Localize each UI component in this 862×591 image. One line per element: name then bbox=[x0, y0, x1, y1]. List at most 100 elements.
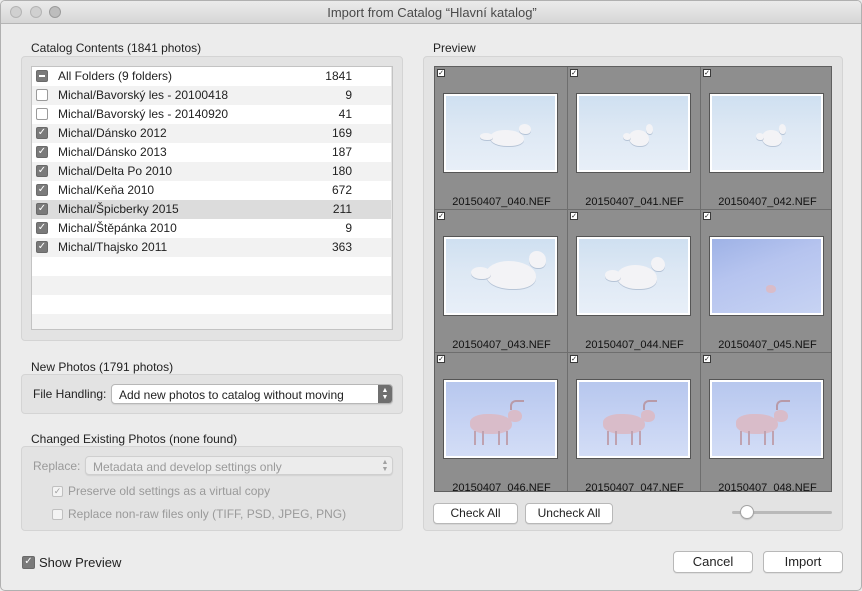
photo-checkbox[interactable]: ✓ bbox=[703, 355, 711, 363]
photo-thumbnail[interactable] bbox=[709, 379, 824, 459]
replace-select[interactable]: Metadata and develop settings only ▲ ▼ bbox=[85, 456, 393, 475]
folder-checkbox[interactable]: ✓ bbox=[36, 165, 48, 177]
folder-checkbox[interactable]: ✓ bbox=[36, 203, 48, 215]
thumbnail-size-slider-knob[interactable] bbox=[740, 505, 754, 519]
folder-name: Michal/Bavorský les - 20140920 bbox=[58, 107, 229, 121]
reindeer-head bbox=[774, 410, 788, 422]
folder-checkbox[interactable] bbox=[36, 89, 48, 101]
photo-checkbox[interactable]: ✓ bbox=[703, 69, 711, 77]
photo-cell[interactable]: ✓ 20150407_046.NEF bbox=[435, 353, 568, 491]
preview-grid[interactable]: ✓ 20150407_040.NEF ✓ 20150407_041.NEF ✓ 20150… bbox=[434, 66, 832, 492]
fox-tail bbox=[756, 133, 764, 141]
photo-checkbox[interactable]: ✓ bbox=[703, 212, 711, 220]
photo-cell[interactable]: ✓ 20150407_047.NEF bbox=[568, 353, 701, 491]
reindeer-leg bbox=[764, 431, 766, 445]
photo-thumbnail[interactable] bbox=[576, 236, 691, 316]
folder-row[interactable]: ✓ Michal/Dánsko 2013 187 bbox=[32, 143, 392, 162]
uncheck-all-button[interactable]: Uncheck All bbox=[525, 503, 613, 524]
photo-checkbox[interactable]: ✓ bbox=[437, 212, 445, 220]
file-handling-select[interactable]: Add new photos to catalog without moving… bbox=[111, 384, 393, 404]
photo-checkbox[interactable]: ✓ bbox=[437, 69, 445, 77]
folder-checkbox[interactable]: ✓ bbox=[36, 146, 48, 158]
folder-list[interactable]: ✓ Michal/Thajsko 2011 363 ✓ Michal/Štěpánka … bbox=[31, 66, 393, 330]
photo-cell[interactable]: ✓ 20150407_040.NEF bbox=[435, 67, 568, 210]
check-all-button[interactable]: Check All bbox=[433, 503, 518, 524]
folder-name: Michal/Bavorský les - 20100418 bbox=[58, 88, 229, 102]
folder-count: 9 bbox=[345, 221, 352, 235]
folder-count: 363 bbox=[331, 240, 352, 254]
preserve-virtual-copy-label: Preserve old settings as a virtual copy bbox=[68, 484, 271, 498]
folder-row[interactable]: ✓ Michal/Delta Po 2010 180 bbox=[32, 162, 392, 181]
folder-checkbox[interactable] bbox=[36, 70, 48, 82]
show-preview-checkbox[interactable]: ✓ bbox=[22, 556, 35, 569]
folder-row[interactable]: ✓ Michal/Keňa 2010 672 bbox=[32, 181, 392, 200]
photo-cell[interactable]: ✓ 20150407_042.NEF bbox=[701, 67, 831, 210]
folder-list-scrollbar[interactable] bbox=[391, 67, 392, 329]
folder-name: Michal/Špicberky 2015 bbox=[58, 202, 179, 216]
photo-thumbnail[interactable] bbox=[709, 236, 824, 316]
photo-cell[interactable]: ✓ 20150407_043.NEF bbox=[435, 210, 568, 353]
updown-arrows-icon: ▲ ▼ bbox=[378, 385, 392, 403]
reindeer-leg bbox=[772, 431, 774, 445]
folder-row[interactable]: ✓ Michal/Thajsko 2011 363 bbox=[32, 238, 392, 257]
photo-cell[interactable]: ✓ 20150407_048.NEF bbox=[701, 353, 831, 491]
folder-row[interactable]: ✓ Michal/Štěpánka 2010 9 bbox=[32, 219, 392, 238]
photo-checkbox[interactable]: ✓ bbox=[570, 69, 578, 77]
photo-cell[interactable]: ✓ 20150407_044.NEF bbox=[568, 210, 701, 353]
cancel-button[interactable]: Cancel bbox=[673, 551, 753, 573]
reindeer-leg bbox=[498, 431, 500, 445]
changed-photos-label: Changed Existing Photos (none found) bbox=[31, 432, 238, 446]
fox-body bbox=[490, 130, 524, 146]
photo-thumbnail[interactable] bbox=[709, 93, 824, 173]
photo-thumbnail[interactable] bbox=[576, 93, 691, 173]
folder-count: 672 bbox=[331, 183, 352, 197]
folder-row-empty bbox=[32, 257, 392, 276]
photo-checkbox[interactable]: ✓ bbox=[570, 355, 578, 363]
photo-thumbnail[interactable] bbox=[443, 379, 558, 459]
photo-checkbox[interactable]: ✓ bbox=[570, 212, 578, 220]
catalog-contents-label: Catalog Contents (1841 photos) bbox=[31, 41, 202, 55]
fox-head bbox=[779, 124, 786, 134]
photo-cell[interactable]: ✓ 20150407_045.NEF bbox=[701, 210, 831, 353]
folder-row-empty bbox=[32, 314, 392, 329]
photo-thumbnail[interactable] bbox=[443, 93, 558, 173]
file-handling-label: File Handling: bbox=[33, 387, 107, 401]
folder-checkbox[interactable] bbox=[36, 108, 48, 120]
reindeer-antler bbox=[643, 400, 657, 410]
folder-checkbox[interactable]: ✓ bbox=[36, 184, 48, 196]
updown-arrows-icon: ▲ ▼ bbox=[381, 459, 389, 473]
folder-count: 180 bbox=[331, 164, 352, 178]
folder-row[interactable]: Michal/Bavorský les - 20140920 41 bbox=[32, 105, 392, 124]
folder-name: Michal/Štěpánka 2010 bbox=[58, 221, 177, 235]
preview-label: Preview bbox=[433, 41, 476, 55]
folder-row-all[interactable]: All Folders (9 folders) 1841 bbox=[32, 67, 392, 86]
folder-checkbox[interactable]: ✓ bbox=[36, 241, 48, 253]
replace-value: Metadata and develop settings only bbox=[93, 460, 282, 474]
reindeer-leg bbox=[482, 431, 484, 445]
show-preview-label: Show Preview bbox=[39, 555, 122, 570]
reindeer-head bbox=[508, 410, 522, 422]
window-title: Import from Catalog “Hlavní katalog” bbox=[327, 5, 537, 20]
fox-tail bbox=[623, 133, 631, 141]
photo-checkbox[interactable]: ✓ bbox=[437, 355, 445, 363]
photo-cell[interactable]: ✓ 20150407_041.NEF bbox=[568, 67, 701, 210]
replace-label: Replace: bbox=[33, 459, 81, 473]
photo-thumbnail[interactable] bbox=[576, 379, 691, 459]
folder-count: 187 bbox=[331, 145, 352, 159]
replace-nonraw-label: Replace non-raw files only (TIFF, PSD, J… bbox=[68, 507, 347, 521]
import-button[interactable]: Import bbox=[763, 551, 843, 573]
preserve-virtual-copy-checkbox[interactable]: ✓ bbox=[52, 486, 63, 497]
folder-row[interactable]: ✓ Michal/Špicberky 2015 211 bbox=[32, 200, 392, 219]
fox-tail bbox=[605, 269, 621, 281]
folder-row[interactable]: ✓ Michal/Dánsko 2012 169 bbox=[32, 124, 392, 143]
animal-figure bbox=[766, 285, 776, 293]
reindeer-antler bbox=[510, 400, 524, 410]
replace-nonraw-checkbox[interactable] bbox=[52, 509, 63, 520]
reindeer-leg bbox=[631, 431, 633, 445]
fox-body bbox=[617, 265, 657, 289]
folder-row[interactable]: Michal/Bavorský les - 20100418 9 bbox=[32, 86, 392, 105]
photo-thumbnail[interactable] bbox=[443, 236, 558, 316]
folder-checkbox[interactable]: ✓ bbox=[36, 222, 48, 234]
folder-checkbox[interactable]: ✓ bbox=[36, 127, 48, 139]
photo-filename: 20150407_044.NEF bbox=[585, 339, 684, 351]
